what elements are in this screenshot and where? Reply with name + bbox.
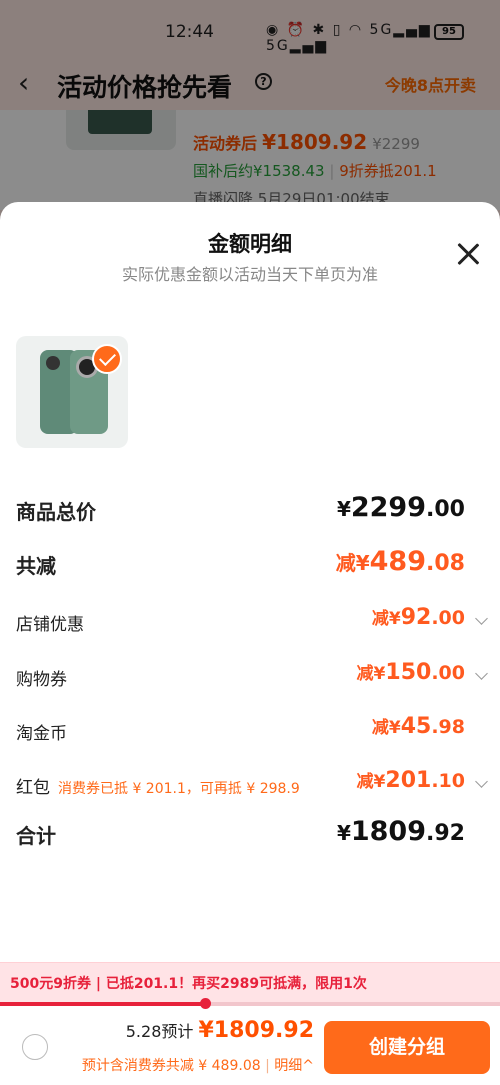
coupon-banner-text: 500元9折券 | 已抵201.1！再买2989可抵满，限用1次: [10, 976, 367, 992]
row-amount: ¥1809.92: [336, 816, 465, 847]
estimated-price-line: 5.28预计 ¥1809.92: [126, 1018, 314, 1043]
detail-toggle-link[interactable]: 明细^: [274, 1058, 314, 1074]
row-amount: 减¥45.98: [371, 714, 465, 739]
row-label: 商品总价: [16, 500, 96, 524]
coupon-progress-fill: [0, 1002, 205, 1006]
row-label: 购物券: [16, 670, 67, 690]
estimated-price: ¥1809.92: [198, 1018, 314, 1043]
coupon-progress-banner: 500元9折券 | 已抵201.1！再买2989可抵满，限用1次: [0, 962, 500, 1002]
row-total-discount: 共减 减¥489.08: [16, 546, 486, 586]
price-prefix: 5.28预计: [125, 1022, 194, 1041]
chevron-down-icon[interactable]: [475, 775, 488, 788]
row-amount: ¥2299.00: [336, 492, 465, 523]
row-label: 红包 消费券已抵 ¥ 201.1，可再抵 ¥ 298.9: [16, 778, 300, 798]
row-amount: 减¥201.10: [356, 768, 465, 793]
row-amount: 减¥150.00: [356, 660, 465, 685]
row-shopping-coupon[interactable]: 购物券 减¥150.00: [16, 657, 488, 697]
row-label: 淘金币: [16, 724, 67, 744]
row-grand-total: 合计 ¥1809.92: [16, 816, 486, 856]
red-packet-note: 消费券已抵 ¥ 201.1，可再抵 ¥ 298.9: [58, 781, 300, 797]
amount-detail-sheet: 金额明细 实际优惠金额以活动当天下单页为准 商品总价 ¥2299.00 共减 减…: [0, 202, 500, 1085]
create-group-button[interactable]: 创建分组: [324, 1021, 490, 1074]
row-store-discount[interactable]: 店铺优惠 减¥92.00: [16, 602, 488, 642]
row-label: 合计: [16, 824, 56, 848]
row-taojinbi: 淘金币 减¥45.98: [16, 711, 486, 751]
coupon-progress-dot: [200, 998, 211, 1009]
discount-summary: 预计含消费券共减 ¥ 489.08 | 明细^: [81, 1058, 314, 1074]
coupon-progress-track: [0, 998, 500, 1009]
sheet-subtitle: 实际优惠金额以活动当天下单页为准: [121, 265, 378, 284]
row-amount: 减¥92.00: [371, 605, 465, 630]
close-icon[interactable]: [456, 242, 480, 266]
discount-summary-text: 预计含消费券共减 ¥ 489.08: [81, 1058, 261, 1074]
chevron-down-icon[interactable]: [475, 667, 488, 680]
select-all-radio[interactable]: [22, 1034, 48, 1060]
sheet-title: 金额明细: [208, 232, 292, 256]
chevron-down-icon[interactable]: [475, 612, 488, 625]
row-red-packet[interactable]: 红包 消费券已抵 ¥ 201.1，可再抵 ¥ 298.9 减¥201.10: [16, 765, 488, 805]
row-label: 共减: [16, 554, 56, 578]
selected-check-icon[interactable]: [92, 344, 122, 374]
row-label: 店铺优惠: [16, 615, 84, 635]
row-amount: 减¥489.08: [335, 546, 465, 577]
row-total-price: 商品总价 ¥2299.00: [16, 492, 486, 532]
